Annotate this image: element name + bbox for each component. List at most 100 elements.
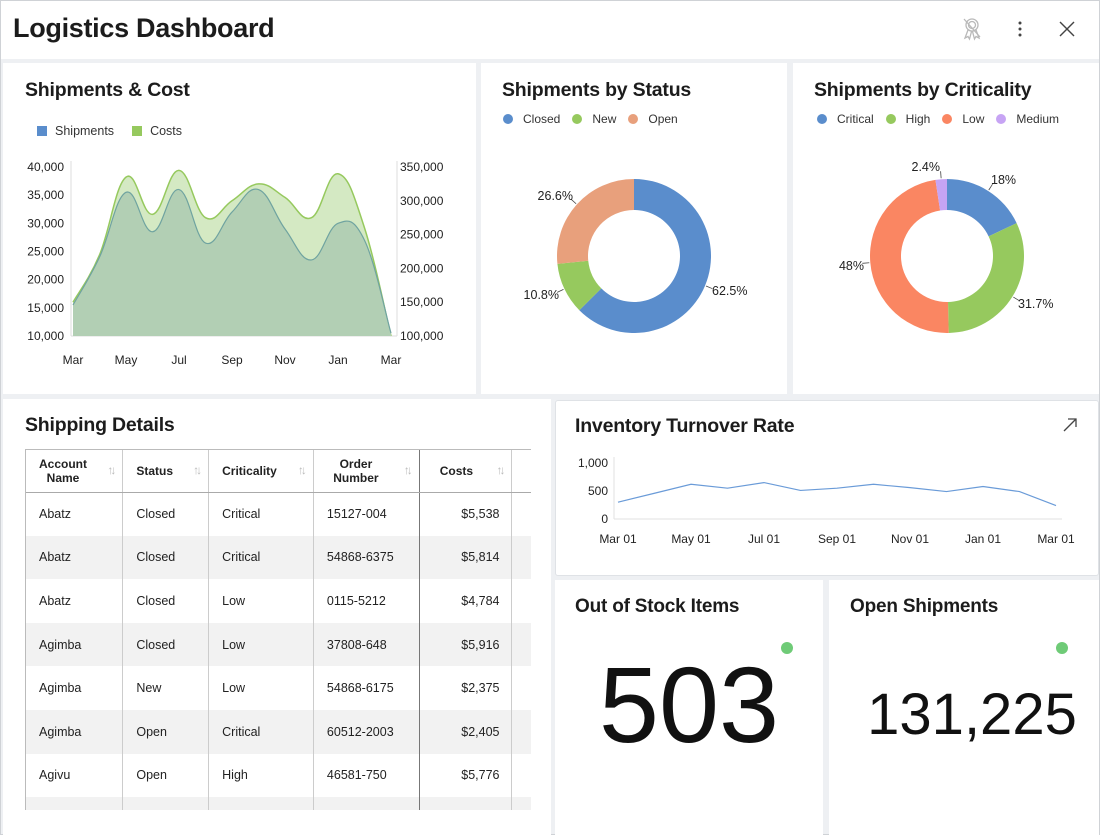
card-title: Open Shipments <box>850 596 999 617</box>
table-cell-empty <box>26 797 124 810</box>
table-row[interactable]: Agimba Closed Low 37808-648 $5,916 <box>26 622 531 667</box>
table-cell-status: Open <box>122 753 210 798</box>
certificate-off-icon[interactable] <box>959 16 985 42</box>
data-label: 18% <box>991 173 1016 187</box>
table-cell-empty <box>511 797 531 810</box>
data-label: 48% <box>839 259 864 273</box>
y-tick-label-right: 200,000 <box>400 261 444 275</box>
table-cell-order-number: 15127-004 <box>313 492 420 536</box>
x-tick-label: May <box>115 353 138 367</box>
table-row[interactable]: Abatz Closed Critical 54868-6375 $5,814 <box>26 535 531 580</box>
table-cell-order-number: 0115-5212 <box>313 579 420 623</box>
data-label: 31.7% <box>1018 297 1053 311</box>
sort-icon[interactable]: ↑↓ <box>107 463 116 477</box>
donut-slice-high <box>948 223 1024 333</box>
table-cell-account-name: Agivu <box>26 753 124 798</box>
table-row[interactable]: Agimba Open Critical 60512-2003 $2,405 <box>26 709 531 754</box>
x-tick-label: May 01 <box>671 532 711 546</box>
table-cell-account-name: Abatz <box>26 579 124 623</box>
column-label: Account Name <box>39 456 87 485</box>
close-icon[interactable] <box>1054 16 1080 42</box>
open-shipments-card: Open Shipments 131,225 <box>829 580 1099 835</box>
kpi-value: 131,225 <box>867 682 1077 747</box>
table-cell-criticality: Critical <box>208 492 314 536</box>
sort-icon[interactable]: ↑↓ <box>193 463 202 477</box>
table-cell-status: Open <box>122 709 210 754</box>
table-cell-order-number: 54868-6175 <box>313 666 420 710</box>
dashboard-title: Logistics Dashboard <box>13 13 275 43</box>
column-header-account-name[interactable]: Account Name ↑↓ <box>26 450 124 493</box>
card-title: Out of Stock Items <box>575 596 740 617</box>
column-header-criticality[interactable]: Criticality ↑↓ <box>208 450 314 493</box>
table-header-row: Account Name ↑↓ Status ↑↓ Criticality ↑↓ Or… <box>26 450 531 493</box>
x-tick-label: Nov <box>274 353 295 367</box>
table-row[interactable]: Agivu Open High 46581-750 $5,776 <box>26 753 531 798</box>
data-label: 2.4% <box>912 160 941 174</box>
table-cell-order-number: 46581-750 <box>313 753 420 798</box>
table-cell-overflow <box>512 666 531 710</box>
y-tick-label: 0 <box>601 512 608 526</box>
table-cell-account-name: Agimba <box>26 666 124 710</box>
table-cell-empty <box>419 797 513 810</box>
table-cell-overflow <box>512 579 531 623</box>
donut-slice-low <box>870 179 949 333</box>
y-tick-label-right: 150,000 <box>400 295 444 309</box>
more-vertical-icon[interactable] <box>1007 16 1033 42</box>
column-header-order-number[interactable]: Order Number ↑↓ <box>313 450 420 493</box>
table-cell-criticality: Critical <box>208 535 314 580</box>
status-donut-chart: 62.5% 10.8% 26.6% <box>524 179 747 333</box>
table-cell-empty <box>208 797 314 810</box>
table-cell-costs: $5,916 <box>419 622 513 667</box>
table-cell-empty <box>313 797 420 810</box>
column-header-status[interactable]: Status ↑↓ <box>122 450 210 493</box>
y-tick-label-right: 250,000 <box>400 228 444 242</box>
sort-icon[interactable]: ↑↓ <box>298 463 307 477</box>
table-row[interactable]: Abatz Closed Low 0115-5212 $4,784 <box>26 579 531 623</box>
table-cell-costs: $5,538 <box>419 492 513 536</box>
y-tick-label-right: 350,000 <box>400 160 444 174</box>
inventory-series-line <box>617 481 1057 507</box>
table-cell-status: New <box>122 666 210 710</box>
x-tick-label: Jan 01 <box>965 532 1001 546</box>
data-label: 10.8% <box>524 288 559 302</box>
table-cell-status: Closed <box>122 535 210 580</box>
y-tick-label-left: 10,000 <box>27 329 64 343</box>
shipments-by-status-card: Shipments by Status Closed New Open 62.5… <box>481 63 787 394</box>
x-tick-label: Jul 01 <box>748 532 780 546</box>
table-cell-costs: $5,776 <box>419 753 513 798</box>
table-cell-costs: $5,814 <box>419 535 513 580</box>
x-tick-label: Mar <box>63 353 84 367</box>
table-cell-criticality: Critical <box>208 709 314 754</box>
x-tick-label: Mar 01 <box>1037 532 1075 546</box>
y-tick-label-right: 300,000 <box>400 194 444 208</box>
table-cell-order-number: 37808-648 <box>313 622 420 667</box>
shipments-cost-area-chart: 10,000 15,000 20,000 25,000 30,000 35,000 40,0… <box>27 160 444 367</box>
table-row[interactable]: Agimba New Low 54868-6175 $2,375 <box>26 666 531 710</box>
sort-icon[interactable]: ↑↓ <box>496 463 505 477</box>
column-header-costs[interactable]: Costs ↑↓ <box>419 450 513 493</box>
shipments-cost-card: Shipments & Cost Shipments Costs 10,000 1… <box>3 63 476 394</box>
column-label: Order Number <box>333 456 379 485</box>
data-label: 62.5% <box>712 284 747 298</box>
x-tick-label: Mar 01 <box>599 532 637 546</box>
x-tick-label: Jan <box>328 353 347 367</box>
y-tick-label-left: 30,000 <box>27 216 64 230</box>
sort-icon[interactable]: ↑↓ <box>404 463 413 477</box>
y-tick-label-right: 100,000 <box>400 329 444 343</box>
table-cell-overflow <box>511 622 531 667</box>
header-bar: Logistics Dashboard <box>1 1 1099 59</box>
table-cell-status: Closed <box>122 492 210 536</box>
out-of-stock-card: Out of Stock Items 503 <box>555 580 823 835</box>
table-cell-costs: $2,375 <box>419 666 513 710</box>
y-tick-label-left: 20,000 <box>27 273 64 287</box>
table-cell-account-name: Agimba <box>26 622 124 667</box>
table-row-partial <box>26 797 531 810</box>
table-cell-overflow <box>512 754 531 798</box>
data-label: 26.6% <box>538 189 573 203</box>
table-row[interactable]: Abatz Closed Critical 15127-004 $5,538 <box>26 492 531 536</box>
y-tick-label: 500 <box>588 484 608 498</box>
table-cell-order-number: 60512-2003 <box>313 709 420 754</box>
shipping-details-card: Shipping Details Account Name ↑↓ Status ↑↓… <box>3 399 551 835</box>
donut-slice-critical <box>947 179 1017 237</box>
x-tick-label: Sep <box>221 353 243 367</box>
